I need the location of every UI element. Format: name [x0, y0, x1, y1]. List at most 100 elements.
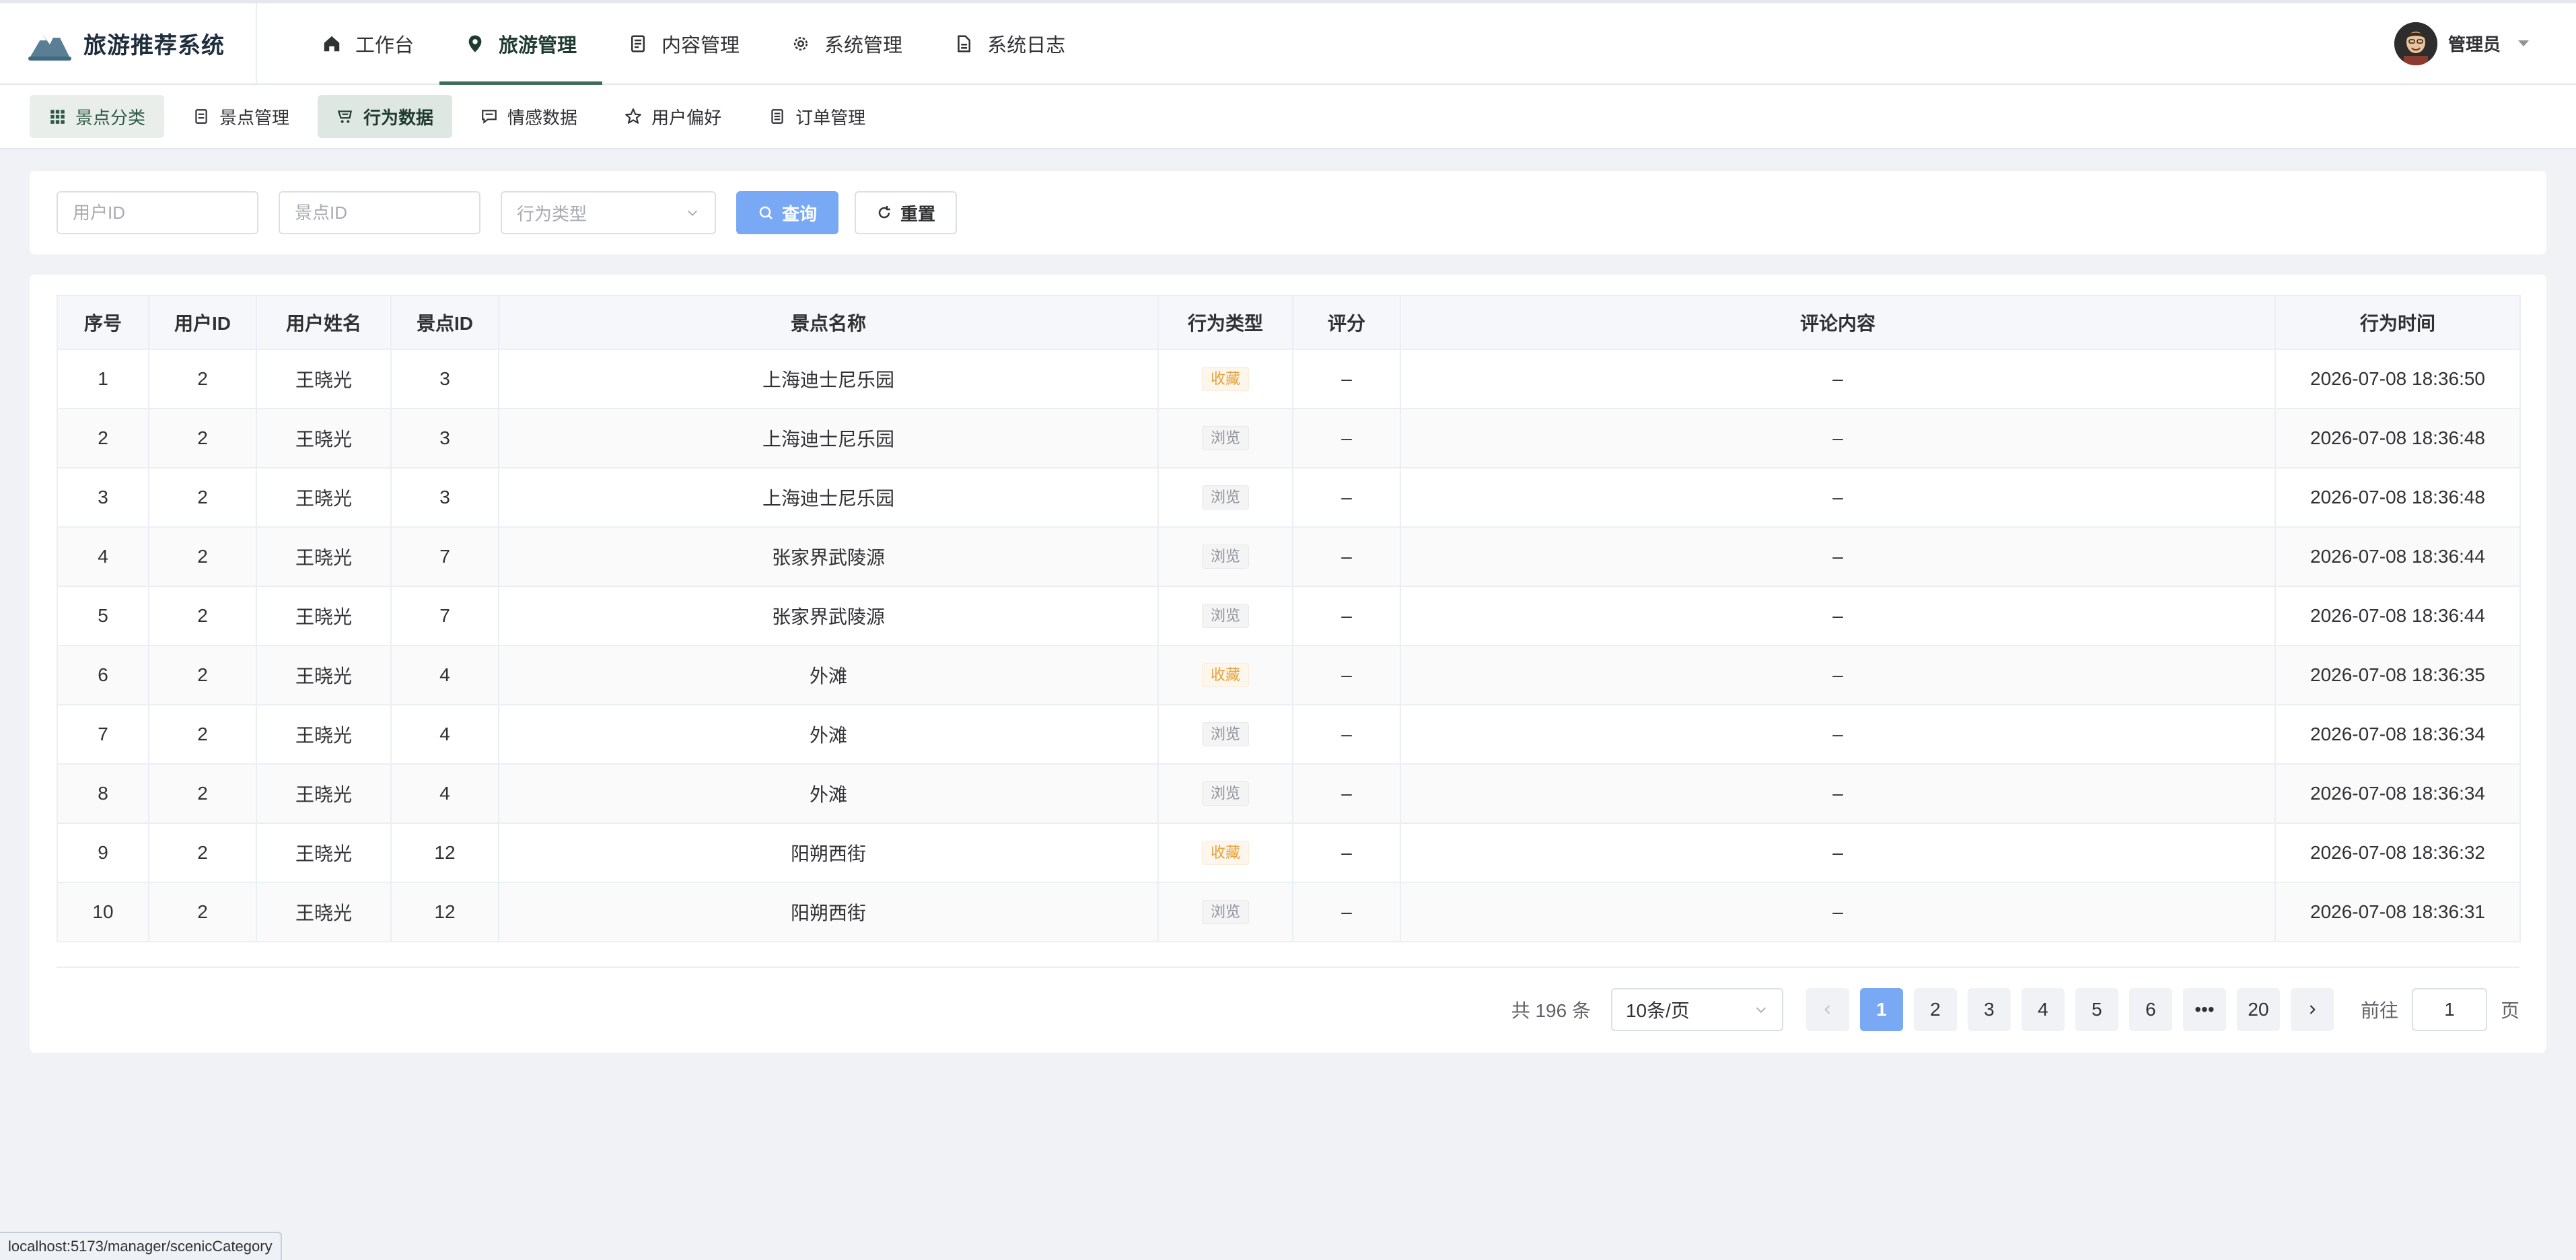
nav-item-travel-management[interactable]: 旅游管理 [439, 3, 603, 85]
avatar[interactable] [2394, 22, 2437, 65]
cell-rating: – [1292, 645, 1401, 705]
main-nav: 工作台 旅游管理 内容管理 系统管理 系统日志 [296, 3, 1091, 85]
page-button-2[interactable]: 2 [1913, 988, 1957, 1031]
page-size-select[interactable]: 10条/页 [1610, 988, 1783, 1031]
cell-index: 10 [57, 882, 149, 942]
brand[interactable]: 旅游推荐系统 [0, 3, 257, 83]
search-form: 行为类型 查询 重置 [30, 171, 2546, 254]
column-header-user-id: 用户ID [148, 295, 257, 350]
prev-page-button[interactable] [1805, 988, 1849, 1031]
goto-page-input[interactable] [2411, 988, 2487, 1031]
cell-user-name: 王晓光 [256, 882, 392, 942]
tab-label: 用户偏好 [651, 107, 722, 128]
table-row[interactable]: 7 2 王晓光 4 外滩 浏览 – – 2026-07-08 18:36:34 [57, 704, 2521, 765]
more-pages-button[interactable]: ••• [2182, 988, 2226, 1031]
cell-comment: – [1400, 763, 2276, 824]
cell-behavior-time: 2026-07-08 18:36:50 [2275, 349, 2521, 409]
cell-rating: – [1292, 823, 1401, 883]
cell-scenic-name: 上海迪士尼乐园 [498, 349, 1159, 409]
tab-label: 情感数据 [507, 107, 578, 128]
behavior-tag: 浏览 [1201, 485, 1249, 510]
cell-behavior-type: 收藏 [1157, 349, 1293, 409]
chevron-down-icon [687, 210, 698, 216]
cell-user-name: 王晓光 [256, 586, 392, 646]
tab-sentiment-data[interactable]: 情感数据 [462, 95, 596, 138]
page-button-1[interactable]: 1 [1859, 988, 1903, 1031]
page-button-6[interactable]: 6 [2128, 988, 2172, 1031]
nav-item-system-log[interactable]: 系统日志 [928, 3, 1091, 83]
page-button-4[interactable]: 4 [2021, 988, 2065, 1031]
top-navbar: 旅游推荐系统 工作台 旅游管理 内容管理 系统管理 系统日志 管理员 [0, 0, 2576, 85]
table-row[interactable]: 5 2 王晓光 7 张家界武陵源 浏览 – – 2026-07-08 18:36… [57, 586, 2521, 646]
tab-scenic-category[interactable]: 景点分类 [30, 95, 165, 138]
reset-button[interactable]: 重置 [855, 191, 958, 234]
cell-rating: – [1292, 586, 1401, 646]
cell-comment: – [1400, 823, 2276, 883]
user-id-input[interactable] [57, 191, 258, 234]
home-icon [324, 36, 340, 51]
table-row[interactable]: 2 2 王晓光 3 上海迪士尼乐园 浏览 – – 2026-07-08 18:3… [57, 408, 2521, 468]
cell-behavior-type: 浏览 [1157, 882, 1293, 942]
search-button[interactable]: 查询 [736, 191, 839, 234]
page-button-20[interactable]: 20 [2236, 988, 2280, 1031]
page-button-5[interactable]: 5 [2075, 988, 2118, 1031]
table-row[interactable]: 9 2 王晓光 12 阳朔西街 收藏 – – 2026-07-08 18:36:… [57, 823, 2521, 883]
table-row[interactable]: 8 2 王晓光 4 外滩 浏览 – – 2026-07-08 18:36:34 [57, 763, 2521, 824]
nav-item-label: 内容管理 [661, 34, 740, 57]
nav-item-content-management[interactable]: 内容管理 [602, 3, 765, 83]
cell-behavior-type: 浏览 [1157, 467, 1293, 528]
scenic-id-input[interactable] [279, 191, 480, 234]
cell-scenic-name: 上海迪士尼乐园 [498, 467, 1159, 528]
cell-user-id: 2 [148, 882, 257, 942]
cell-rating: – [1292, 882, 1401, 942]
table-row[interactable]: 3 2 王晓光 3 上海迪士尼乐园 浏览 – – 2026-07-08 18:3… [57, 467, 2521, 528]
next-page-button[interactable] [2290, 988, 2334, 1031]
behavior-tag: 收藏 [1201, 841, 1249, 865]
nav-item-label: 工作台 [355, 34, 415, 57]
cell-behavior-type: 浏览 [1157, 704, 1293, 765]
cell-scenic-id: 7 [390, 526, 499, 587]
page-suffix: 页 [2500, 1000, 2519, 1021]
app-title: 旅游推荐系统 [83, 33, 225, 59]
table-row[interactable]: 4 2 王晓光 7 张家界武陵源 浏览 – – 2026-07-08 18:36… [57, 526, 2521, 587]
table-row[interactable]: 10 2 王晓光 12 阳朔西街 浏览 – – 2026-07-08 18:36… [57, 882, 2521, 942]
cell-scenic-id: 3 [390, 408, 499, 468]
cell-user-id: 2 [148, 408, 257, 468]
cell-behavior-type: 浏览 [1157, 763, 1293, 824]
table-row[interactable]: 1 2 王晓光 3 上海迪士尼乐园 收藏 – – 2026-07-08 18:3… [57, 349, 2521, 409]
behavior-tag: 浏览 [1201, 722, 1249, 746]
behavior-data-table: 序号 用户ID 用户姓名 景点ID 景点名称 行为类型 评分 评论内容 行为时间… [57, 295, 2521, 942]
pagination: 共 196 条 10条/页 1 2 3 4 5 6 ••• 20 前往 页 [1511, 988, 2519, 1031]
document-icon [631, 35, 645, 52]
cell-behavior-type: 浏览 [1157, 526, 1293, 587]
behavior-tag: 浏览 [1201, 545, 1249, 569]
cell-user-name: 王晓光 [256, 467, 392, 528]
cell-behavior-type: 收藏 [1157, 823, 1293, 883]
cell-index: 8 [57, 763, 149, 824]
tab-scenic-management[interactable]: 景点管理 [174, 95, 308, 138]
cell-rating: – [1292, 467, 1401, 528]
cell-comment: – [1400, 467, 2276, 528]
nav-item-dashboard[interactable]: 工作台 [296, 3, 439, 83]
browser-status-url: localhost:5173/manager/scenicCategory [0, 1232, 282, 1260]
behavior-type-select[interactable]: 行为类型 [501, 191, 716, 234]
cell-user-id: 2 [148, 823, 257, 883]
cell-user-id: 2 [148, 526, 257, 587]
table-row[interactable]: 6 2 王晓光 4 外滩 收藏 – – 2026-07-08 18:36:35 [57, 645, 2521, 705]
tab-behavior-data[interactable]: 行为数据 [318, 95, 453, 138]
cell-comment: – [1400, 349, 2276, 409]
page-button-3[interactable]: 3 [1967, 988, 2011, 1031]
cell-comment: – [1400, 526, 2276, 587]
cell-scenic-id: 3 [390, 349, 499, 409]
cell-rating: – [1292, 408, 1401, 468]
cell-user-id: 2 [148, 704, 257, 765]
tab-user-preference[interactable]: 用户偏好 [606, 95, 740, 138]
tab-order-management[interactable]: 订单管理 [750, 95, 884, 138]
tab-label: 景点分类 [75, 107, 146, 128]
cell-user-id: 2 [148, 467, 257, 528]
nav-item-system-management[interactable]: 系统管理 [765, 3, 928, 83]
cell-rating: – [1292, 349, 1401, 409]
log-file-icon [958, 35, 971, 52]
user-menu[interactable]: 管理员 [2394, 3, 2529, 83]
behavior-tag: 收藏 [1201, 367, 1249, 391]
